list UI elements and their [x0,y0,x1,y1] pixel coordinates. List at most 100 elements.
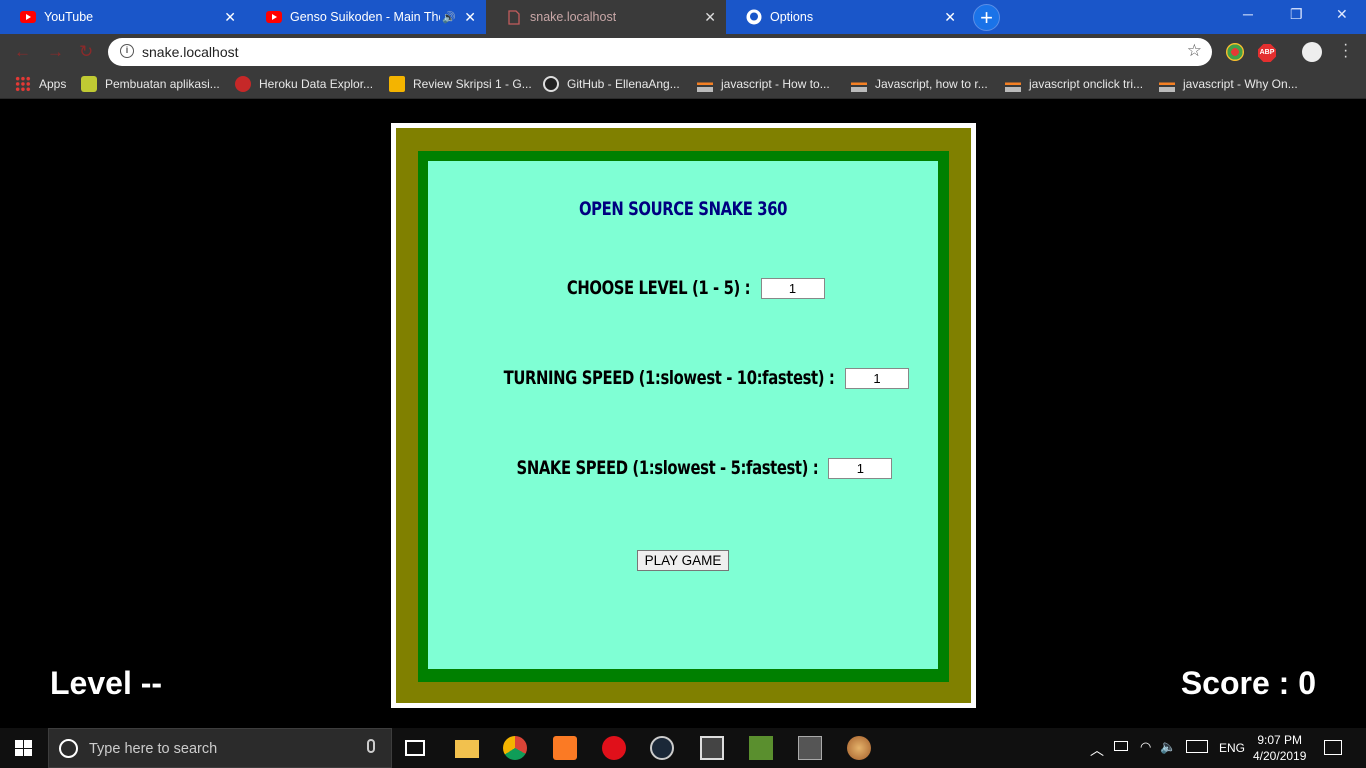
android-icon [81,76,97,92]
tab-title: YouTube [44,10,94,24]
level-row: CHOOSE LEVEL (1 - 5) : [428,277,938,299]
close-tab-icon[interactable]: ✕ [944,9,956,26]
bookmark-apps[interactable]: Apps [15,76,66,92]
language-indicator[interactable]: ENG [1219,741,1245,755]
page-icon [506,9,522,25]
tab-youtube[interactable]: YouTube ✕ [0,0,246,34]
bookmarks-bar: Apps Pembuatan aplikasi... Heroku Data E… [0,70,1366,99]
minimize-icon[interactable]: ─ [1243,6,1253,22]
bookmark-star-icon[interactable]: ☆ [1187,41,1202,61]
chrome-icon[interactable] [503,736,527,760]
windows-start-icon[interactable] [15,740,33,757]
game-maker-icon[interactable] [798,736,822,760]
microphone-icon[interactable] [367,739,375,753]
close-tab-icon[interactable]: ✕ [704,9,716,26]
tab-options[interactable]: Options ✕ [726,0,966,34]
taskbar-search[interactable]: Type here to search [48,728,392,768]
battery-icon[interactable] [1114,741,1128,751]
bookmark-label: Apps [39,77,67,91]
score-status: Score : 0 [1180,665,1316,701]
menu-dots-icon[interactable]: · · · [1343,37,1348,65]
bookmark-heroku[interactable]: Heroku Data Explor... [235,76,373,92]
turning-speed-label: TURNING SPEED (1:slowest - 10:fastest) : [503,367,835,389]
reload-icon[interactable]: ↻ [79,42,93,62]
snake-speed-input[interactable] [828,457,893,479]
tab-strip: YouTube ✕ Genso Suikoden - Main Then 🔊 ✕… [0,0,1366,34]
keyboard-icon[interactable] [1186,740,1208,753]
info-icon[interactable]: i [120,44,134,58]
task-view-icon[interactable] [405,740,425,756]
bookmark-review-skripsi[interactable]: Review Skripsi 1 - G... [389,76,532,92]
close-window-icon[interactable]: ✕ [1336,6,1348,23]
chevron-up-icon[interactable]: ︿ [1090,740,1104,760]
stackoverflow-icon [1005,76,1021,92]
play-game-button[interactable]: PLAY GAME [637,550,729,571]
bookmark-label: Javascript, how to r... [875,77,988,91]
file-explorer-icon[interactable] [455,740,479,758]
steam-icon[interactable] [650,736,674,760]
xampp-icon[interactable] [553,736,577,760]
clock-date: 4/20/2019 [1253,749,1307,763]
stackoverflow-icon [1159,76,1175,92]
close-tab-icon[interactable]: ✕ [224,9,236,26]
tab-snake-localhost[interactable]: snake.localhost ✕ [486,0,726,34]
bookmark-label: Heroku Data Explor... [259,77,374,91]
heroku-icon [235,76,251,92]
bookmark-github[interactable]: GitHub - EllenaAng... [543,76,680,92]
bookmark-javascript-how[interactable]: javascript - How to... [697,76,830,92]
bookmark-label: Pembuatan aplikasi... [105,77,220,91]
notification-icon[interactable] [1324,740,1342,755]
stackoverflow-icon [851,76,867,92]
game-board-border: OPEN SOURCE SNAKE 360 CHOOSE LEVEL (1 - … [418,151,949,682]
address-url[interactable]: snake.localhost [142,44,239,60]
snake-speed-label: SNAKE SPEED (1:slowest - 5:fastest) : [516,457,818,479]
wifi-icon[interactable]: ◠ [1140,739,1151,755]
stackoverflow-icon [697,76,713,92]
game-title: OPEN SOURCE SNAKE 360 [578,198,788,220]
profile-avatar[interactable] [1302,42,1322,62]
github-icon [543,76,559,92]
media-maker-icon[interactable] [700,736,724,760]
bookmark-javascript-onclick[interactable]: javascript onclick tri... [1005,76,1143,92]
cortana-icon [59,739,78,758]
bookmark-javascript-r[interactable]: Javascript, how to r... [851,76,988,92]
notepad-icon[interactable] [749,736,773,760]
apps-grid-icon [15,76,31,92]
forward-arrow-icon[interactable]: → [47,42,64,62]
tab-genso-suikoden[interactable]: Genso Suikoden - Main Then 🔊 ✕ [246,0,486,34]
level-input[interactable] [760,277,825,299]
clock[interactable]: 9:07 PM 4/20/2019 [1253,732,1306,764]
youtube-icon [266,9,282,25]
bookmark-javascript-why[interactable]: javascript - Why On... [1159,76,1298,92]
bookmark-label: javascript onclick tri... [1029,77,1144,91]
mega-icon[interactable] [602,736,626,760]
restore-icon[interactable]: ❐ [1290,6,1303,23]
paint-icon[interactable] [847,736,871,760]
turning-speed-input[interactable] [845,367,910,389]
browser-toolbar: ← → ↻ i snake.localhost ☆ [0,34,1366,70]
level-label: CHOOSE LEVEL (1 - 5) : [567,277,751,299]
back-arrow-icon[interactable]: ← [14,42,31,62]
bookmark-label: GitHub - EllenaAng... [567,77,680,91]
close-tab-icon[interactable]: ✕ [464,9,476,26]
windows-taskbar: Type here to search ︿ ◠ 🔈 ENG 9:07 PM 4/… [0,728,1366,768]
bookmark-label: javascript - How to... [721,77,830,91]
bookmark-pembuatan[interactable]: Pembuatan aplikasi... [81,76,220,92]
audio-playing-icon[interactable]: 🔊 [442,11,456,24]
game-menu-panel: OPEN SOURCE SNAKE 360 CHOOSE LEVEL (1 - … [428,161,938,669]
tab-title: Options [770,10,814,24]
volume-icon[interactable]: 🔈 [1160,739,1176,755]
snake-speed-row: SNAKE SPEED (1:slowest - 5:fastest) : [428,457,938,479]
level-status: Level -- [50,665,163,701]
search-placeholder: Type here to search [89,741,218,757]
extension-icon[interactable] [1226,43,1244,61]
tab-title: snake.localhost [530,10,617,24]
tab-title: Genso Suikoden - Main Then [290,10,440,24]
new-tab-button[interactable]: + [973,4,1000,31]
youtube-icon [20,9,36,25]
page-content: OPEN SOURCE SNAKE 360 CHOOSE LEVEL (1 - … [0,100,1366,728]
clock-time: 9:07 PM [1257,733,1303,747]
slides-icon [389,76,405,92]
github-icon [746,9,762,25]
address-bar[interactable]: i snake.localhost ☆ [108,38,1212,66]
